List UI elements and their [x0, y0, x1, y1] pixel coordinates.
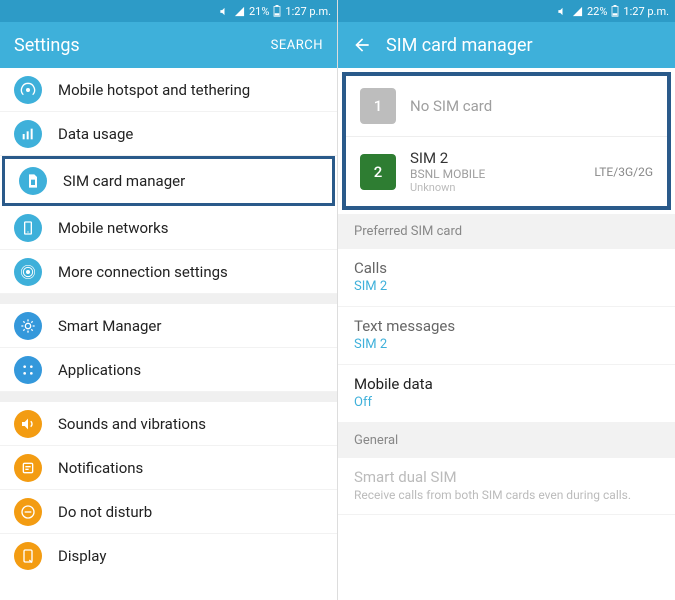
smart-manager-icon [14, 312, 42, 340]
data-usage-icon [14, 120, 42, 148]
item-label: Sounds and vibrations [58, 415, 206, 433]
display-icon [14, 542, 42, 570]
item-notifications[interactable]: Notifications [0, 446, 337, 490]
item-label: Data usage [58, 125, 133, 143]
item-label: Applications [58, 361, 141, 379]
divider [0, 294, 337, 304]
battery-icon [611, 5, 619, 17]
item-label: Mobile networks [58, 219, 168, 237]
sim-icon [19, 167, 47, 195]
back-icon[interactable] [352, 35, 372, 55]
search-button[interactable]: SEARCH [271, 38, 323, 53]
settings-screen: 21% 1:27 p.m. Settings SEARCH Mobile hot… [0, 0, 338, 600]
sim2-label: SIM 2 [410, 149, 580, 167]
item-label: Display [58, 547, 106, 565]
signal-icon [234, 6, 245, 17]
pref-value: SIM 2 [354, 279, 659, 294]
pref-label: Smart dual SIM [354, 468, 659, 486]
pref-value: SIM 2 [354, 337, 659, 352]
item-hotspot[interactable]: Mobile hotspot and tethering [0, 68, 337, 112]
battery-icon [273, 5, 281, 17]
item-sim-card-manager[interactable]: SIM card manager [5, 159, 332, 203]
sim2-status: Unknown [410, 181, 580, 194]
mobile-networks-icon [14, 214, 42, 242]
item-more-connections[interactable]: More connection settings [0, 250, 337, 294]
sim1-badge: 1 [360, 88, 396, 124]
dnd-icon [14, 498, 42, 526]
pref-smart-dual-sim: Smart dual SIM Receive calls from both S… [338, 458, 675, 515]
item-applications[interactable]: Applications [0, 348, 337, 392]
item-label: Mobile hotspot and tethering [58, 81, 250, 99]
more-connections-icon [14, 258, 42, 286]
pref-texts[interactable]: Text messages SIM 2 [338, 307, 675, 365]
item-label: Do not disturb [58, 503, 152, 521]
item-display[interactable]: Display [0, 534, 337, 578]
sim-manager-header: SIM card manager [338, 22, 675, 68]
item-dnd[interactable]: Do not disturb [0, 490, 337, 534]
pref-label: Calls [354, 259, 659, 277]
status-bar: 22% 1:27 p.m. [338, 0, 675, 22]
sim2-mode: LTE/3G/2G [594, 165, 653, 179]
sim-slot-2[interactable]: 2 SIM 2 BSNL MOBILE Unknown LTE/3G/2G [346, 137, 667, 206]
pref-value: Off [354, 395, 659, 410]
pref-label: Mobile data [354, 375, 659, 393]
settings-header: Settings SEARCH [0, 22, 337, 68]
mute-icon [557, 6, 568, 17]
sim2-carrier: BSNL MOBILE [410, 167, 580, 181]
pref-calls[interactable]: Calls SIM 2 [338, 249, 675, 307]
clock-text: 1:27 p.m. [623, 5, 669, 18]
pref-desc: Receive calls from both SIM cards even d… [354, 488, 659, 502]
sounds-icon [14, 410, 42, 438]
item-label: Notifications [58, 459, 143, 477]
item-data-usage[interactable]: Data usage [0, 112, 337, 156]
sim-slot-1[interactable]: 1 No SIM card [346, 76, 667, 137]
battery-text: 22% [587, 5, 607, 18]
mute-icon [219, 6, 230, 17]
item-smart-manager[interactable]: Smart Manager [0, 304, 337, 348]
sim1-label: No SIM card [410, 97, 653, 115]
sim-manager-screen: 22% 1:27 p.m. SIM card manager 1 No SIM … [338, 0, 675, 600]
clock-text: 1:27 p.m. [285, 5, 331, 18]
settings-list: Mobile hotspot and tethering Data usage … [0, 68, 337, 600]
pref-mobile-data[interactable]: Mobile data Off [338, 365, 675, 423]
status-bar: 21% 1:27 p.m. [0, 0, 337, 22]
section-preferred: Preferred SIM card [338, 214, 675, 249]
battery-text: 21% [249, 5, 269, 18]
hotspot-icon [14, 76, 42, 104]
notifications-icon [14, 454, 42, 482]
item-label: More connection settings [58, 263, 228, 281]
item-sounds[interactable]: Sounds and vibrations [0, 402, 337, 446]
sim2-badge: 2 [360, 154, 396, 190]
pref-label: Text messages [354, 317, 659, 335]
page-title: SIM card manager [386, 35, 661, 56]
item-label: Smart Manager [58, 317, 161, 335]
signal-icon [572, 6, 583, 17]
item-label: SIM card manager [63, 172, 185, 190]
section-general: General [338, 423, 675, 458]
divider [0, 392, 337, 402]
page-title: Settings [14, 35, 257, 56]
applications-icon [14, 356, 42, 384]
item-mobile-networks[interactable]: Mobile networks [0, 206, 337, 250]
sim-cards-block: 1 No SIM card 2 SIM 2 BSNL MOBILE Unknow… [342, 72, 671, 210]
